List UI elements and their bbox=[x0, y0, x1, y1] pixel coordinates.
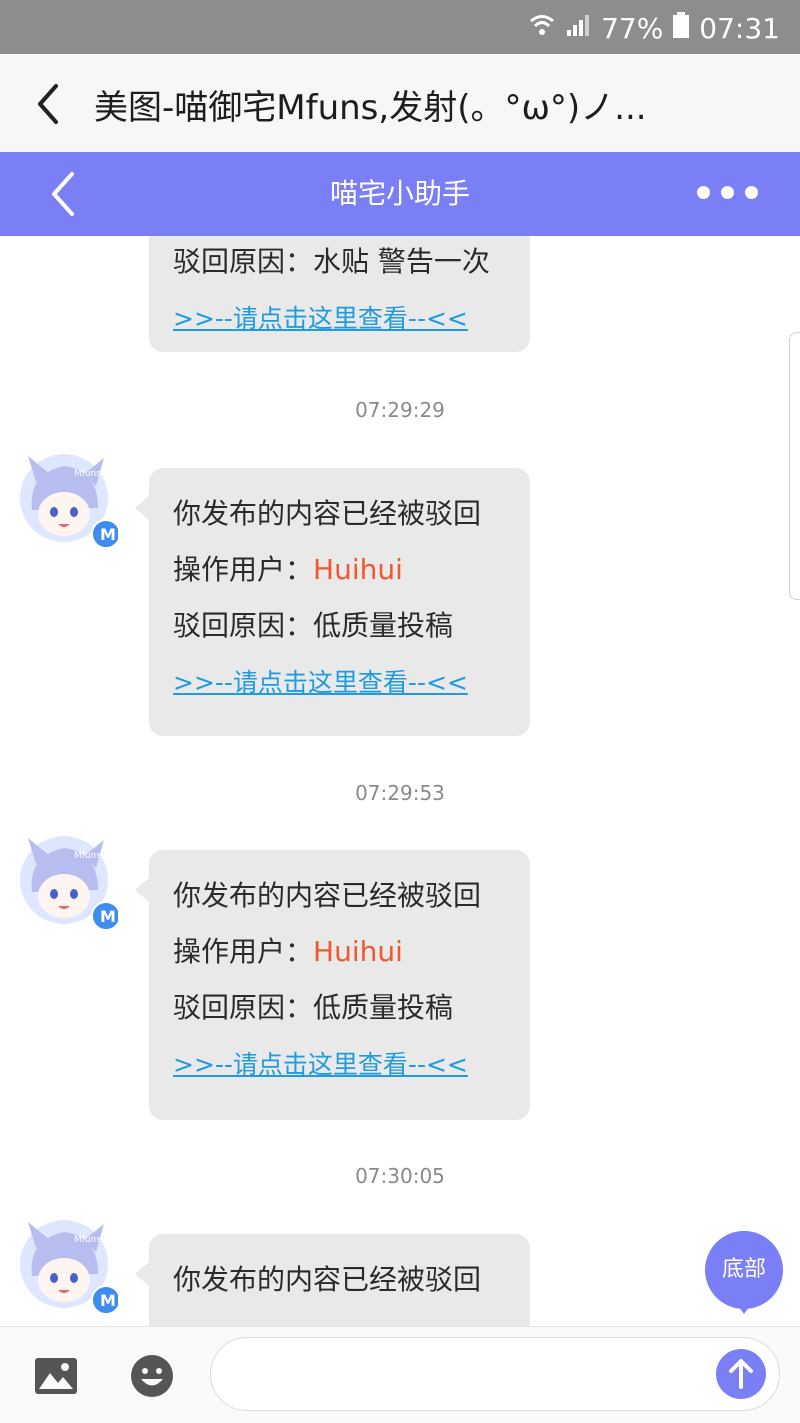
message-bubble: 驳回原因：水贴 警告一次 >>--请点击这里查看--<< bbox=[149, 236, 530, 352]
message-input[interactable] bbox=[210, 1337, 780, 1411]
svg-text:Mfuns: Mfuns bbox=[74, 469, 101, 479]
image-icon[interactable] bbox=[34, 1357, 78, 1395]
message-text: 你发布的内容已经被驳回 bbox=[173, 497, 482, 530]
message-text: 你发布的内容已经被驳回 bbox=[173, 879, 482, 912]
avatar[interactable]: Mfuns M bbox=[18, 834, 121, 934]
scroll-to-bottom-button[interactable]: 底部 bbox=[705, 1231, 783, 1309]
view-details-link[interactable]: >>--请点击这里查看--<< bbox=[173, 1050, 468, 1079]
chat-area[interactable]: 驳回原因：水贴 警告一次 >>--请点击这里查看--<< 07:29:29 Mf… bbox=[0, 236, 800, 1326]
message-bubble: 你发布的内容已经被驳回 bbox=[135, 1234, 530, 1326]
battery-icon bbox=[673, 11, 690, 45]
svg-text:M: M bbox=[100, 1291, 116, 1310]
message-bubble: 你发布的内容已经被驳回 操作用户：Huihui 驳回原因：低质量投稿 >>--请… bbox=[135, 468, 530, 736]
status-indicators: 77% 07:31 bbox=[529, 8, 780, 48]
operator-label: 操作用户： bbox=[173, 553, 314, 586]
message-timestamp: 07:30:05 bbox=[355, 1164, 445, 1188]
operator-label: 操作用户： bbox=[173, 935, 314, 968]
input-bar bbox=[0, 1326, 800, 1423]
emoji-icon[interactable] bbox=[130, 1354, 174, 1398]
signal-icon bbox=[565, 12, 591, 45]
svg-text:M: M bbox=[100, 907, 116, 926]
avatar[interactable]: Mfuns M bbox=[18, 1218, 121, 1318]
svg-text:Mfuns: Mfuns bbox=[74, 1235, 101, 1245]
svg-text:M: M bbox=[100, 525, 116, 544]
avatar[interactable]: Mfuns M bbox=[18, 452, 121, 552]
svg-text:Mfuns: Mfuns bbox=[74, 851, 101, 861]
more-options-icon[interactable] bbox=[697, 186, 758, 199]
view-details-link[interactable]: >>--请点击这里查看--<< bbox=[173, 304, 468, 333]
status-bar: 77% 07:31 bbox=[0, 0, 800, 54]
view-details-link[interactable]: >>--请点击这里查看--<< bbox=[173, 668, 468, 697]
operator-name: Huihui bbox=[313, 553, 403, 586]
operator-name: Huihui bbox=[313, 935, 403, 968]
send-button[interactable] bbox=[716, 1349, 766, 1399]
clock: 07:31 bbox=[699, 11, 780, 45]
browser-bar: 美图-喵御宅Mfuns,发射(。°ω°)ノ... bbox=[0, 54, 800, 152]
message-timestamp: 07:29:53 bbox=[355, 781, 445, 805]
app-header: 喵宅小助手 bbox=[0, 152, 800, 236]
battery-percent: 77% bbox=[601, 11, 664, 45]
reject-reason: 驳回原因：水贴 警告一次 bbox=[173, 245, 490, 278]
message-timestamp: 07:29:29 bbox=[355, 398, 445, 422]
browser-back-icon[interactable] bbox=[30, 80, 70, 128]
message-bubble: 你发布的内容已经被驳回 操作用户：Huihui 驳回原因：低质量投稿 >>--请… bbox=[135, 850, 530, 1120]
reject-reason: 驳回原因：低质量投稿 bbox=[173, 991, 454, 1024]
reject-reason: 驳回原因：低质量投稿 bbox=[173, 609, 454, 642]
browser-page-title: 美图-喵御宅Mfuns,发射(。°ω°)ノ... bbox=[94, 88, 647, 128]
wifi-icon bbox=[529, 12, 555, 45]
chat-title: 喵宅小助手 bbox=[329, 177, 470, 210]
side-scroll-handle[interactable] bbox=[789, 332, 800, 600]
message-text: 你发布的内容已经被驳回 bbox=[173, 1263, 482, 1296]
